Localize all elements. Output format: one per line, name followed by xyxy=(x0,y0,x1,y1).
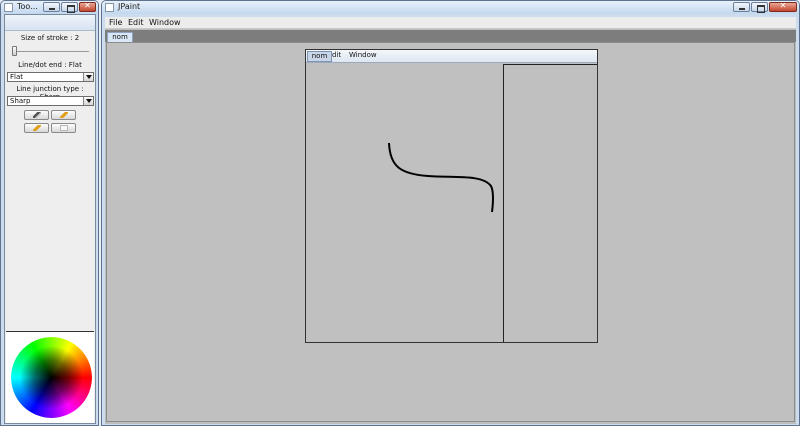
tools-window-title: Too... xyxy=(17,2,38,11)
color-picker-panel xyxy=(6,331,94,423)
stroke-size-label: Size of stroke : 2 xyxy=(20,34,80,42)
junction-type-select[interactable]: Sharp xyxy=(7,96,94,106)
inner-menu-edit[interactable]: dit xyxy=(332,51,341,59)
brush-tool-button[interactable] xyxy=(24,110,49,120)
maximize-button[interactable] xyxy=(61,2,78,13)
pencil-icon xyxy=(33,125,41,131)
eraser-icon xyxy=(60,125,68,131)
close-button[interactable] xyxy=(79,1,96,12)
menu-window[interactable]: Window xyxy=(149,18,181,27)
tools-title-bar[interactable]: Too... xyxy=(1,1,98,14)
tab-nom-label: nom xyxy=(112,33,128,41)
jpaint-client-area: File Edit Window nom nom dit Window xyxy=(105,17,796,424)
canvas-drawing xyxy=(388,142,494,213)
pencil-icon xyxy=(60,112,68,118)
pencil-tool-button[interactable] xyxy=(51,110,76,120)
eraser-tool-button[interactable] xyxy=(51,123,76,133)
chevron-down-icon[interactable] xyxy=(83,73,93,81)
inner-menu-bar: nom dit Window xyxy=(306,50,597,63)
close-button[interactable] xyxy=(769,1,797,12)
jpaint-caption-buttons xyxy=(733,1,797,13)
tools-panel: Size of stroke : 2 Line/dot end : Flat F… xyxy=(4,14,96,424)
drawing-canvas[interactable] xyxy=(306,64,503,342)
color-wheel[interactable] xyxy=(11,337,92,418)
java-app-icon xyxy=(105,3,114,12)
drawn-stroke xyxy=(388,142,494,213)
jpaint-window: JPaint File Edit Window nom nom dit xyxy=(101,0,800,426)
line-end-label: Line/dot end : Flat xyxy=(18,61,82,69)
tools-window: Too... Size of stroke : 2 Line/dot end :… xyxy=(0,0,99,426)
document-tab-strip: nom xyxy=(105,30,796,42)
tools-caption-buttons xyxy=(43,1,96,13)
minimize-button[interactable] xyxy=(733,2,750,12)
junction-type-select-value: Sharp xyxy=(10,97,31,105)
line-end-select-value: Flat xyxy=(10,73,24,81)
minimize-button[interactable] xyxy=(43,2,60,12)
document-desktop: nom dit Window xyxy=(106,42,795,422)
inner-document-window: nom dit Window xyxy=(305,49,598,343)
menu-file[interactable]: File xyxy=(109,18,122,27)
java-app-icon xyxy=(4,3,13,12)
jpaint-window-title: JPaint xyxy=(118,2,141,11)
line-tool-button[interactable] xyxy=(24,123,49,133)
inner-tab-label: nom xyxy=(311,52,328,60)
brush-icon xyxy=(33,112,41,118)
stroke-size-slider-track[interactable] xyxy=(12,51,89,52)
inner-tab-nom[interactable]: nom xyxy=(307,51,332,62)
tools-header-strip xyxy=(5,15,95,31)
maximize-button[interactable] xyxy=(751,2,768,13)
stroke-size-slider-thumb[interactable] xyxy=(12,46,17,56)
tab-nom[interactable]: nom xyxy=(107,32,133,42)
inner-side-panel xyxy=(503,64,597,342)
jpaint-title-bar[interactable]: JPaint xyxy=(102,1,799,14)
chevron-down-icon[interactable] xyxy=(83,97,93,105)
line-end-select[interactable]: Flat xyxy=(7,72,94,82)
main-menu-bar: File Edit Window xyxy=(105,17,796,29)
inner-menu-window[interactable]: Window xyxy=(349,51,377,59)
menu-edit[interactable]: Edit xyxy=(128,18,144,27)
